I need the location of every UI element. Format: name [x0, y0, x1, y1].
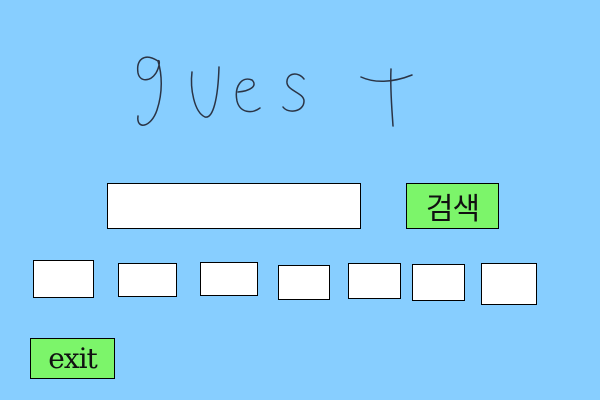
slot-6[interactable] [412, 264, 465, 301]
search-button[interactable]: 검색 [406, 183, 499, 229]
slot-7[interactable] [481, 263, 537, 305]
page-title: guest [128, 44, 428, 134]
exit-button[interactable]: exit [30, 338, 115, 379]
slot-5[interactable] [348, 263, 401, 299]
search-input[interactable] [107, 183, 361, 229]
slot-4[interactable] [278, 265, 330, 300]
slot-2[interactable] [118, 263, 177, 297]
slot-3[interactable] [200, 262, 258, 296]
slot-1[interactable] [33, 260, 94, 298]
handwritten-guest-title [136, 56, 413, 127]
